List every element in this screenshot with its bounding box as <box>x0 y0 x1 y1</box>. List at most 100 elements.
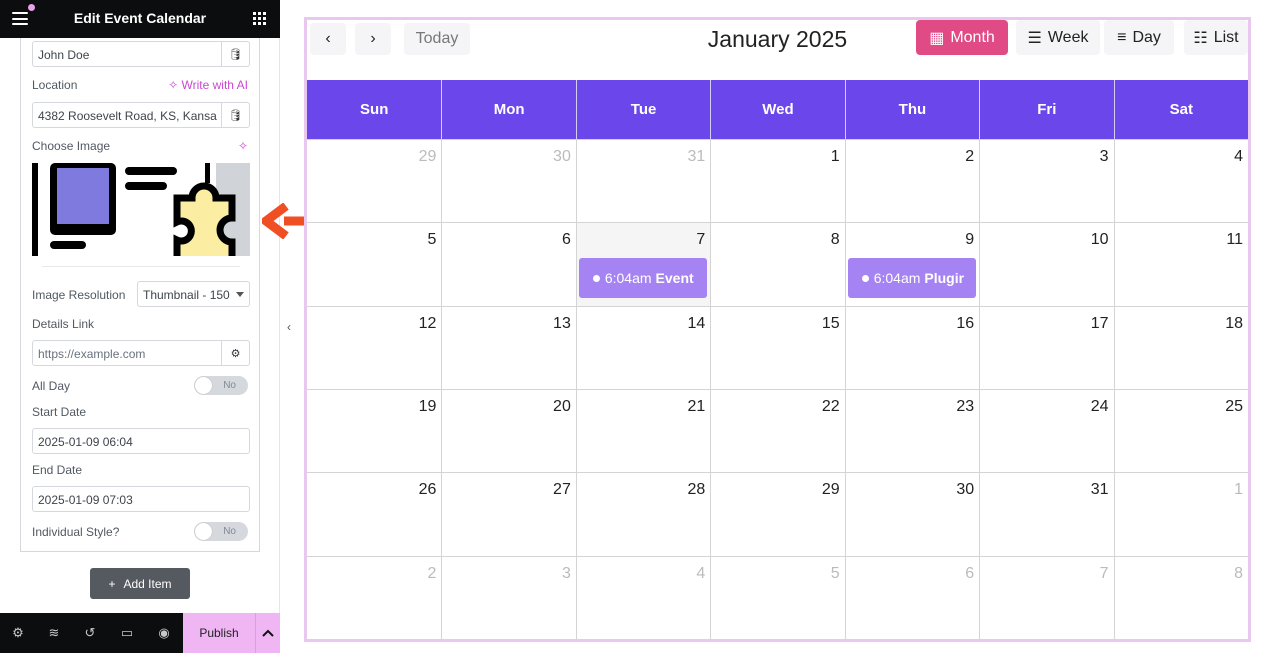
day-cell[interactable]: 5 <box>307 222 442 305</box>
view-day-button[interactable]: ≡ Day <box>1104 20 1174 55</box>
day-number[interactable]: 11 <box>1226 231 1243 249</box>
organizer-field[interactable]: John Doe 🛢 <box>32 41 250 67</box>
end-date-input[interactable]: 2025-01-09 07:03 <box>32 486 250 512</box>
day-number[interactable]: 28 <box>687 481 705 499</box>
day-cell[interactable]: 8 <box>1113 555 1248 639</box>
dynamic-tags-icon[interactable]: 🛢 <box>221 42 249 66</box>
day-cell[interactable]: 16 <box>844 305 980 389</box>
publish-options-button[interactable] <box>255 613 280 653</box>
day-number[interactable]: 16 <box>956 315 974 333</box>
day-number[interactable]: 25 <box>1225 398 1243 416</box>
day-number[interactable]: 30 <box>553 148 571 166</box>
day-number[interactable]: 10 <box>1091 231 1109 249</box>
day-number[interactable]: 29 <box>419 148 437 166</box>
day-number[interactable]: 6 <box>965 565 974 583</box>
day-cell[interactable]: 2 <box>844 139 980 223</box>
responsive-icon[interactable]: ▭ <box>119 625 135 641</box>
day-cell[interactable]: 18 <box>1113 305 1248 389</box>
day-cell[interactable]: 4 <box>575 555 711 639</box>
day-cell[interactable]: 4 <box>1113 139 1248 223</box>
day-number[interactable]: 24 <box>1091 398 1109 416</box>
day-number[interactable]: 5 <box>428 231 437 249</box>
day-number[interactable]: 20 <box>553 398 571 416</box>
collapse-panel-button[interactable]: ‹ <box>281 305 297 349</box>
day-number[interactable]: 8 <box>1234 565 1243 583</box>
day-cell[interactable]: 23 <box>844 389 980 473</box>
day-number[interactable]: 30 <box>956 481 974 499</box>
publish-button[interactable]: Publish <box>183 613 255 653</box>
day-number[interactable]: 9 <box>965 231 974 249</box>
day-number[interactable]: 2 <box>965 148 974 166</box>
preview-eye-icon[interactable]: ◉ <box>156 625 172 641</box>
day-number[interactable]: 3 <box>1100 148 1109 166</box>
day-cell[interactable]: 13 <box>441 305 576 389</box>
day-cell[interactable]: 31 <box>979 472 1114 556</box>
day-number[interactable]: 23 <box>956 398 974 416</box>
view-list-button[interactable]: ☷ List <box>1184 20 1248 55</box>
day-number[interactable]: 3 <box>562 565 571 583</box>
all-day-toggle[interactable]: No <box>194 376 248 395</box>
day-cell[interactable]: 5 <box>710 555 845 639</box>
day-cell[interactable]: 30 <box>441 139 576 223</box>
settings-icon[interactable]: ⚙ <box>10 625 26 641</box>
calendar-event[interactable]: 6:04am Plugir <box>847 258 977 299</box>
day-cell[interactable]: 29 <box>307 139 442 222</box>
day-number[interactable]: 22 <box>822 398 840 416</box>
day-cell[interactable]: 7 6:04am Event <box>575 222 711 306</box>
day-number[interactable]: 2 <box>428 565 437 583</box>
day-number[interactable]: 1 <box>831 148 840 166</box>
day-number[interactable]: 6 <box>562 231 571 249</box>
day-cell[interactable]: 30 <box>844 472 980 556</box>
day-cell[interactable]: 7 <box>979 555 1114 639</box>
day-cell[interactable]: 22 <box>710 389 845 473</box>
day-cell[interactable]: 2 <box>307 555 442 639</box>
day-number[interactable]: 4 <box>1234 148 1243 166</box>
day-number[interactable]: 13 <box>553 315 571 333</box>
calendar-event[interactable]: 6:04am Event <box>578 258 708 299</box>
day-cell[interactable]: 28 <box>575 472 711 556</box>
view-month-button[interactable]: ▦ Month <box>916 20 1008 55</box>
individual-style-toggle[interactable]: No <box>194 522 248 541</box>
image-preview[interactable] <box>32 163 250 256</box>
day-cell[interactable]: 3 <box>441 555 576 639</box>
details-link-input[interactable]: https://example.com ⚙ <box>32 340 250 366</box>
day-number[interactable]: 19 <box>419 398 437 416</box>
day-number[interactable]: 29 <box>822 481 840 499</box>
day-cell[interactable]: 27 <box>441 472 576 556</box>
day-number[interactable]: 1 <box>1234 481 1243 499</box>
day-cell[interactable]: 20 <box>441 389 576 473</box>
day-cell[interactable]: 19 <box>307 389 442 472</box>
day-cell[interactable]: 24 <box>979 389 1114 473</box>
day-cell[interactable]: 29 <box>710 472 845 556</box>
write-with-ai-button[interactable]: ✧ Write with AI <box>168 78 248 92</box>
day-cell[interactable]: 14 <box>575 305 711 389</box>
day-number[interactable]: 4 <box>696 565 705 583</box>
ai-image-icon[interactable]: ✧ <box>238 139 248 153</box>
day-number[interactable]: 7 <box>696 231 705 249</box>
day-number[interactable]: 15 <box>822 315 840 333</box>
day-cell[interactable]: 15 <box>710 305 845 389</box>
view-week-button[interactable]: ☰ Week <box>1016 20 1100 55</box>
day-cell[interactable]: 17 <box>979 305 1114 389</box>
day-number[interactable]: 31 <box>687 148 705 166</box>
add-item-button[interactable]: + Add Item <box>90 568 190 599</box>
day-number[interactable]: 27 <box>553 481 571 499</box>
day-cell[interactable]: 31 <box>575 139 711 223</box>
day-cell[interactable]: 6 <box>844 555 980 639</box>
day-cell[interactable]: 6 <box>441 222 576 306</box>
day-number[interactable]: 26 <box>419 481 437 499</box>
gear-icon[interactable]: ⚙ <box>221 341 249 365</box>
day-cell[interactable]: 10 <box>979 222 1114 306</box>
day-number[interactable]: 31 <box>1091 481 1109 499</box>
day-number[interactable]: 14 <box>687 315 705 333</box>
day-cell[interactable]: 21 <box>575 389 711 473</box>
location-field[interactable]: 4382 Roosevelt Road, KS, Kansa 🛢 <box>32 102 250 128</box>
history-icon[interactable]: ↺ <box>82 625 98 641</box>
layers-icon[interactable]: ≋ <box>46 625 62 641</box>
day-cell[interactable]: 11 <box>1113 222 1248 306</box>
day-number[interactable]: 21 <box>687 398 705 416</box>
day-cell[interactable]: 1 <box>710 139 845 223</box>
day-cell[interactable]: 9 6:04am Plugir <box>844 222 980 306</box>
image-resolution-select[interactable]: Thumbnail - 150 <box>137 281 250 307</box>
day-cell[interactable]: 12 <box>307 305 442 389</box>
